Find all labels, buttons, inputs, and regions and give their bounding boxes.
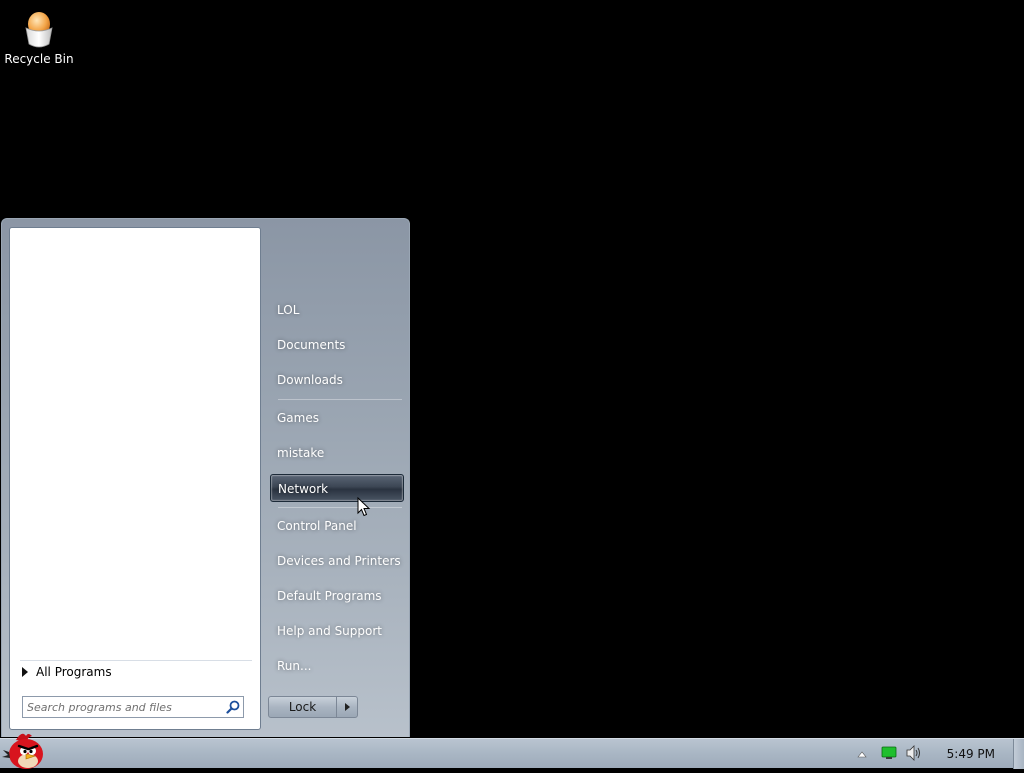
triangle-right-icon xyxy=(22,667,28,677)
search-icon[interactable] xyxy=(223,697,243,717)
start-menu-programs-pane: All Programs xyxy=(9,227,261,730)
place-item-documents[interactable]: Documents xyxy=(270,331,404,359)
power-options-button[interactable] xyxy=(337,697,357,717)
desktop-icon-recycle-bin[interactable]: Recycle Bin xyxy=(4,10,74,66)
triangle-right-icon xyxy=(344,703,350,711)
lock-button-label: Lock xyxy=(288,700,317,714)
lock-button[interactable]: Lock xyxy=(269,697,337,717)
angry-bird-start-icon xyxy=(2,733,43,769)
search-input[interactable] xyxy=(23,698,223,716)
separator xyxy=(278,507,402,508)
all-programs-label: All Programs xyxy=(36,665,112,679)
volume-icon[interactable] xyxy=(905,744,923,764)
lock-button-group: Lock xyxy=(268,696,358,718)
start-menu-places-pane: LOL Documents Downloads Games mistake Ne… xyxy=(268,219,408,738)
place-item-games[interactable]: Games xyxy=(270,404,404,432)
system-tray: 5:49 PM xyxy=(857,739,1024,769)
place-item-devices-and-printers[interactable]: Devices and Printers xyxy=(270,547,404,575)
mouse-cursor-icon xyxy=(357,497,371,517)
network-status-icon[interactable] xyxy=(881,746,897,763)
taskbar: 5:49 PM xyxy=(0,733,1024,769)
all-programs-button[interactable]: All Programs xyxy=(20,660,252,683)
place-item-help-and-support[interactable]: Help and Support xyxy=(270,617,404,645)
place-item-control-panel[interactable]: Control Panel xyxy=(270,512,404,540)
show-desktop-button[interactable] xyxy=(1013,739,1024,769)
place-item-downloads[interactable]: Downloads xyxy=(270,366,404,394)
place-item-run[interactable]: Run... xyxy=(270,652,404,680)
place-item-network[interactable]: Network xyxy=(270,474,404,502)
start-menu: All Programs LOL Documents Downloads Gam… xyxy=(1,218,410,737)
desktop-icon-label: Recycle Bin xyxy=(4,52,74,66)
start-button[interactable] xyxy=(2,730,48,770)
search-box[interactable] xyxy=(22,696,244,718)
clock[interactable]: 5:49 PM xyxy=(947,747,995,761)
place-item-default-programs[interactable]: Default Programs xyxy=(270,582,404,610)
show-hidden-icons-icon[interactable] xyxy=(857,747,867,761)
place-item-mistake[interactable]: mistake xyxy=(270,439,404,467)
place-item-lol[interactable]: LOL xyxy=(270,296,404,324)
recycle-bin-icon xyxy=(25,12,53,48)
separator xyxy=(278,399,402,400)
